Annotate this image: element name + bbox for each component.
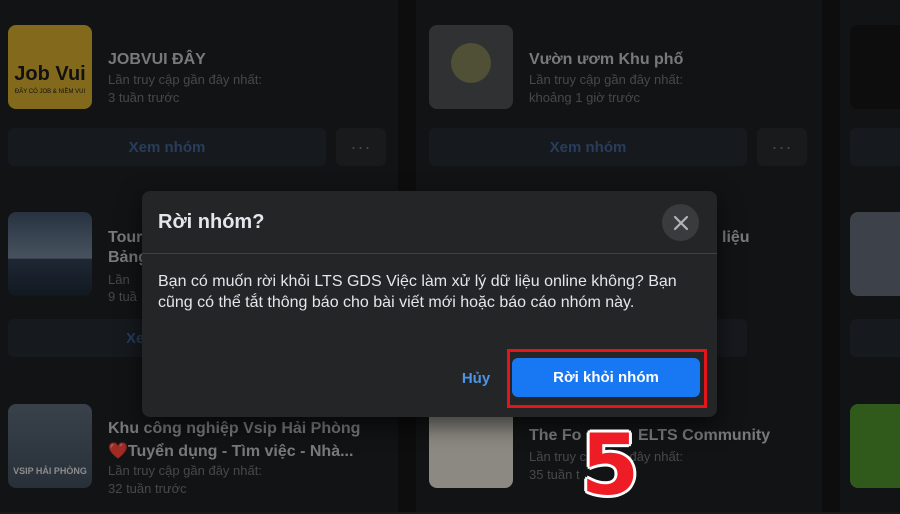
dialog-message: Bạn có muốn rời khỏi LTS GDS Việc làm xử…: [158, 273, 677, 311]
cancel-button[interactable]: Hủy: [456, 366, 496, 390]
highlight-box: [507, 349, 707, 408]
dialog-title: Rời nhóm?: [158, 211, 265, 233]
close-icon: [673, 215, 688, 230]
divider: [142, 253, 717, 254]
step-number: 5: [580, 416, 640, 514]
close-button[interactable]: [662, 204, 699, 241]
